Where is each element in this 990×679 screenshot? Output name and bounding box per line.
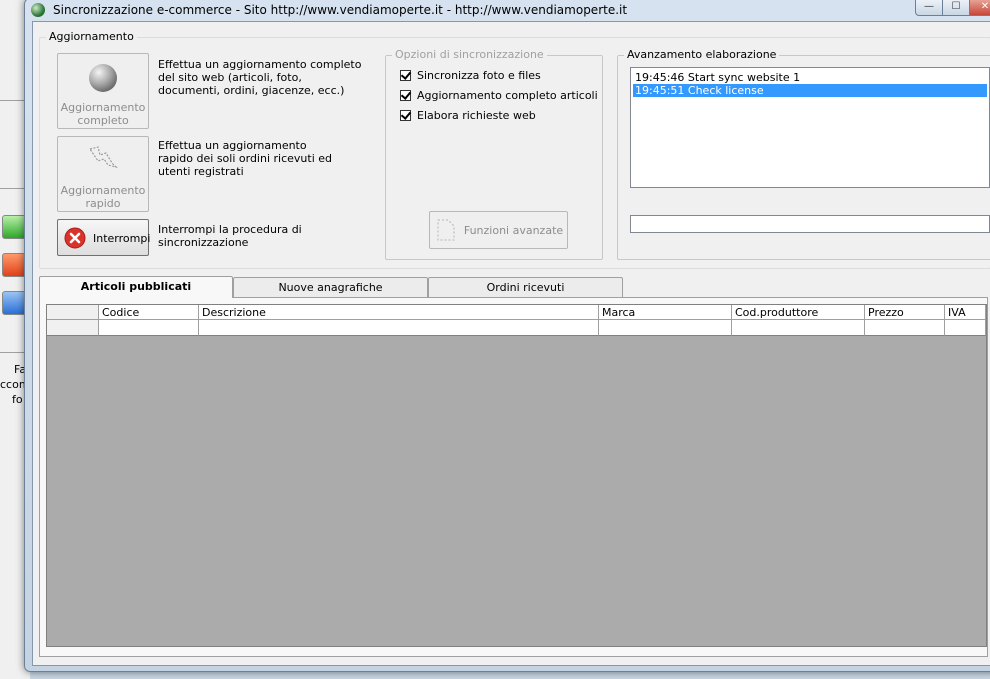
log-entry-selected[interactable]: 19:45:51 Check license — [633, 84, 987, 97]
title-bar[interactable]: Sincronizzazione e-commerce - Sito http:… — [25, 0, 990, 21]
column-header-codice[interactable]: Codice — [99, 305, 199, 320]
tab-panel: Codice Descrizione Marca Cod.produttore … — [39, 297, 988, 657]
grid-cell-descrizione[interactable] — [199, 320, 599, 336]
advanced-functions-button[interactable]: Funzioni avanzate — [429, 211, 568, 249]
grid-corner-header — [47, 305, 99, 320]
option-label: Sincronizza foto e files — [417, 69, 541, 82]
bg-text-line: fo — [12, 393, 23, 406]
stop-icon[interactable] — [2, 253, 26, 277]
full-update-label-2: completo — [77, 114, 129, 127]
wizard-icon — [437, 219, 455, 241]
aggiornamento-title: Aggiornamento — [46, 30, 137, 43]
full-update-label: Aggiornamento — [60, 101, 146, 114]
tab-ordini-ricevuti[interactable]: Ordini ricevuti — [428, 277, 623, 297]
window-client-area: Aggiornamento Aggiornamento completo Eff… — [32, 21, 990, 666]
window-title: Sincronizzazione e-commerce - Sito http:… — [53, 3, 628, 17]
column-header-iva[interactable]: IVA — [945, 305, 986, 320]
globe-icon — [89, 64, 117, 92]
articles-grid[interactable]: Codice Descrizione Marca Cod.produttore … — [46, 304, 987, 647]
column-header-cod-produttore[interactable]: Cod.produttore — [732, 305, 865, 320]
option-sync-photos[interactable]: Sincronizza foto e files — [400, 69, 541, 82]
column-header-marca[interactable]: Marca — [599, 305, 732, 320]
pause-icon[interactable] — [2, 291, 26, 315]
app-globe-icon — [31, 3, 45, 17]
tab-articoli-pubblicati[interactable]: Articoli pubblicati — [39, 276, 233, 298]
stop-label: Interrompi — [93, 232, 151, 245]
grid-cell-marca[interactable] — [599, 320, 732, 336]
stop-button[interactable]: Interrompi — [57, 219, 151, 256]
play-icon[interactable] — [2, 215, 26, 239]
log-listbox[interactable]: 19:45:46 Start sync website 1 19:45:51 C… — [630, 67, 990, 188]
progress-bar — [630, 215, 990, 233]
grid-cell-prezzo[interactable] — [865, 320, 945, 336]
progress-group-title: Avanzamento elaborazione — [624, 48, 780, 61]
stop-desc-line: Interrompi la procedura di — [158, 223, 302, 236]
option-full-articles[interactable]: Aggiornamento completo articoli — [400, 89, 598, 102]
option-web-requests[interactable]: Elabora richieste web — [400, 109, 536, 122]
advanced-functions-label: Funzioni avanzate — [463, 224, 564, 237]
quick-update-desc-line: rapido dei soli ordini ricevuti ed — [158, 152, 332, 165]
quick-update-label: Aggiornamento — [60, 184, 146, 197]
checkbox-checked-icon[interactable] — [400, 70, 411, 81]
grid-cell-cod-produttore[interactable] — [732, 320, 865, 336]
stop-description: Interrompi la procedura di sincronizzazi… — [158, 223, 302, 249]
full-update-desc-line: Effettua un aggiornamento completo — [158, 58, 362, 71]
tab-nuove-anagrafiche[interactable]: Nuove anagrafiche — [233, 277, 428, 297]
option-label: Aggiornamento completo articoli — [417, 89, 598, 102]
full-update-desc-line: documenti, ordini, giacenze, ecc.) — [158, 84, 345, 97]
grid-cell-codice[interactable] — [99, 320, 199, 336]
full-update-button[interactable]: Aggiornamento completo — [57, 53, 149, 129]
quick-update-label-2: rapido — [85, 197, 121, 210]
checkbox-checked-icon[interactable] — [400, 90, 411, 101]
stop-x-icon — [64, 227, 86, 249]
option-label: Elabora richieste web — [417, 109, 536, 122]
checkbox-checked-icon[interactable] — [400, 110, 411, 121]
grid-cell-iva[interactable] — [945, 320, 986, 336]
close-button[interactable]: ✕ — [969, 0, 990, 16]
quick-update-desc-line: Effettua un aggiornamento — [158, 139, 307, 152]
log-entry[interactable]: 19:45:46 Start sync website 1 — [633, 71, 987, 84]
grid-row-header[interactable] — [47, 320, 99, 336]
lightning-icon — [89, 146, 118, 169]
quick-update-description: Effettua un aggiornamento rapido dei sol… — [158, 139, 332, 178]
quick-update-desc-line: utenti registrati — [158, 165, 244, 178]
column-header-prezzo[interactable]: Prezzo — [865, 305, 945, 320]
sync-options-title: Opzioni di sincronizzazione — [392, 48, 547, 61]
sync-window: Sincronizzazione e-commerce - Sito http:… — [24, 0, 990, 672]
full-update-description: Effettua un aggiornamento completo del s… — [158, 58, 361, 97]
full-update-desc-line: del sito web (articoli, foto, — [158, 71, 302, 84]
stop-desc-line: sincronizzazione — [158, 236, 249, 249]
maximize-button[interactable]: ☐ — [942, 0, 970, 16]
column-header-descrizione[interactable]: Descrizione — [199, 305, 599, 320]
minimize-button[interactable]: — — [915, 0, 943, 16]
quick-update-button[interactable]: Aggiornamento rapido — [57, 136, 149, 212]
